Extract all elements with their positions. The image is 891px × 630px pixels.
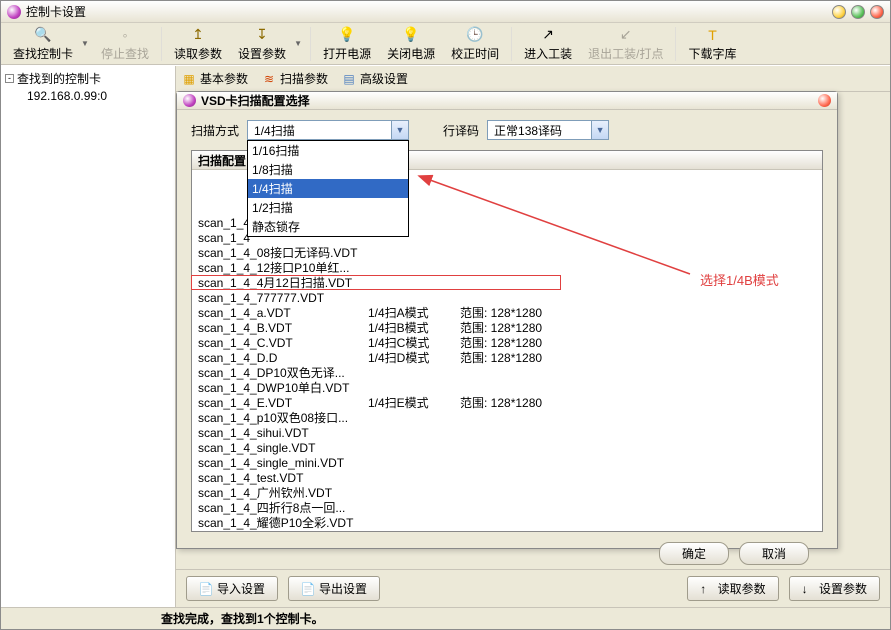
scan-option[interactable]: 1/4扫描 bbox=[248, 179, 408, 198]
list-item[interactable]: scan_1_4_B.VDT1/4扫B模式范围: 128*1280 bbox=[192, 321, 822, 336]
list-item[interactable]: scan_1_4_广州钦州.VDT bbox=[192, 486, 822, 501]
exit-tool-button[interactable]: ↙退出工装/打点 bbox=[580, 24, 671, 64]
ok-button[interactable]: 确定 bbox=[659, 542, 729, 565]
sidebar-tree: - 查找到的控制卡 192.168.0.99:0 bbox=[1, 66, 176, 607]
status-bar: 查找完成，查找到1个控制卡。 bbox=[1, 607, 890, 629]
list-item[interactable]: scan_1_4_D.D1/4扫D模式范围: 128*1280 bbox=[192, 351, 822, 366]
list-item[interactable]: scan_1_4_耀德P10全彩.VDT bbox=[192, 516, 822, 531]
row-decode-combo[interactable]: 正常138译码 ▼ bbox=[487, 120, 609, 140]
open-power-button[interactable]: 💡打开电源 bbox=[315, 24, 379, 64]
dialog-titlebar: VSD卡扫描配置选择 bbox=[177, 92, 837, 110]
set-params-button[interactable]: ↧设置参数 bbox=[230, 24, 294, 64]
row-decode-label: 行译码 bbox=[443, 122, 479, 139]
tab-basic[interactable]: ▦基本参数 bbox=[182, 70, 248, 87]
tree-card-item[interactable]: 192.168.0.99:0 bbox=[27, 89, 171, 103]
cancel-button[interactable]: 取消 bbox=[739, 542, 809, 565]
chevron-down-icon[interactable]: ▼ bbox=[591, 121, 608, 139]
maximize-button[interactable] bbox=[851, 5, 865, 19]
dialog-title: VSD卡扫描配置选择 bbox=[201, 92, 310, 109]
stop-find-button[interactable]: ◦停止查找 bbox=[93, 24, 157, 64]
list-item[interactable]: scan_1_4_DWP10单白.VDT bbox=[192, 381, 822, 396]
list-item[interactable]: scan_1_4_sihui.VDT bbox=[192, 426, 822, 441]
list-item[interactable]: scan_1_4_E.VDT1/4扫E模式范围: 128*1280 bbox=[192, 396, 822, 411]
set-dropdown[interactable]: ▼ bbox=[294, 39, 302, 48]
upload-icon: ↥ bbox=[189, 26, 207, 44]
tool-in-icon: ↗ bbox=[539, 26, 557, 44]
toolbar: 🔍查找控制卡 ▼ ◦停止查找 ↥读取参数 ↧设置参数 ▼ 💡打开电源 💡关闭电源… bbox=[1, 23, 890, 65]
tabs: ▦基本参数 ≋扫描参数 ▤高级设置 bbox=[176, 66, 890, 92]
read-params-button[interactable]: ↥读取参数 bbox=[166, 24, 230, 64]
titlebar: 控制卡设置 bbox=[1, 1, 890, 23]
close-button[interactable] bbox=[870, 5, 884, 19]
scan-option[interactable]: 静态锁存 bbox=[248, 217, 408, 236]
scan-icon: ≋ bbox=[262, 72, 276, 86]
scan-mode-combo[interactable]: 1/4扫描 ▼ 1/16扫描 1/8扫描 1/4扫描 1/2扫描 静态锁存 bbox=[247, 120, 409, 140]
search-icon: 🔍 bbox=[34, 26, 52, 44]
find-card-button[interactable]: 🔍查找控制卡 bbox=[5, 24, 81, 64]
clock-icon: 🕒 bbox=[466, 26, 484, 44]
scan-mode-dropdown: 1/16扫描 1/8扫描 1/4扫描 1/2扫描 静态锁存 bbox=[247, 140, 409, 237]
bulb-off-icon: 💡 bbox=[402, 26, 420, 44]
list-item[interactable]: scan_1_4_p10双色08接口... bbox=[192, 411, 822, 426]
list-item[interactable]: scan_1_4_single_mini.VDT bbox=[192, 456, 822, 471]
tree-collapse-icon[interactable]: - bbox=[5, 74, 14, 83]
download-font-button[interactable]: T下载字库 bbox=[680, 24, 744, 64]
find-dropdown[interactable]: ▼ bbox=[81, 39, 89, 48]
tool-out-icon: ↙ bbox=[617, 26, 635, 44]
adjust-time-button[interactable]: 🕒校正时间 bbox=[443, 24, 507, 64]
list-item[interactable]: scan_1_4_四折行8点一回... bbox=[192, 501, 822, 516]
annotation-arrow bbox=[415, 144, 705, 284]
chevron-down-icon[interactable]: ▼ bbox=[391, 121, 408, 139]
scan-option[interactable]: 1/8扫描 bbox=[248, 160, 408, 179]
scan-option[interactable]: 1/16扫描 bbox=[248, 141, 408, 160]
advanced-icon: ▤ bbox=[342, 72, 356, 86]
download-icon: ↧ bbox=[253, 26, 271, 44]
list-item[interactable]: scan_1_4_a.VDT1/4扫A模式范围: 128*1280 bbox=[192, 306, 822, 321]
minimize-button[interactable] bbox=[832, 5, 846, 19]
tab-advanced[interactable]: ▤高级设置 bbox=[342, 70, 408, 87]
annotation-label: 选择1/4B模式 bbox=[700, 270, 779, 289]
enter-tool-button[interactable]: ↗进入工装 bbox=[516, 24, 580, 64]
list-item[interactable]: scan_1_4_single.VDT bbox=[192, 441, 822, 456]
list-item[interactable]: scan_1_4_DP10双色无译... bbox=[192, 366, 822, 381]
bulb-on-icon: 💡 bbox=[338, 26, 356, 44]
dialog-icon bbox=[183, 94, 196, 107]
list-item[interactable]: scan_1_4_test.VDT bbox=[192, 471, 822, 486]
app-icon bbox=[7, 5, 21, 19]
list-item[interactable]: scan_1_4_C.VDT1/4扫C模式范围: 128*1280 bbox=[192, 336, 822, 351]
window-title: 控制卡设置 bbox=[26, 3, 832, 20]
font-icon: T bbox=[703, 26, 721, 44]
stop-icon: ◦ bbox=[116, 26, 134, 44]
close-power-button[interactable]: 💡关闭电源 bbox=[379, 24, 443, 64]
dialog-close-button[interactable] bbox=[818, 94, 831, 107]
tab-scan[interactable]: ≋扫描参数 bbox=[262, 70, 328, 87]
list-item[interactable]: scan_1_4_777777.VDT bbox=[192, 291, 822, 306]
basic-icon: ▦ bbox=[182, 72, 196, 86]
scan-option[interactable]: 1/2扫描 bbox=[248, 198, 408, 217]
scan-mode-label: 扫描方式 bbox=[191, 122, 239, 139]
tree-root[interactable]: - 查找到的控制卡 bbox=[5, 70, 171, 87]
